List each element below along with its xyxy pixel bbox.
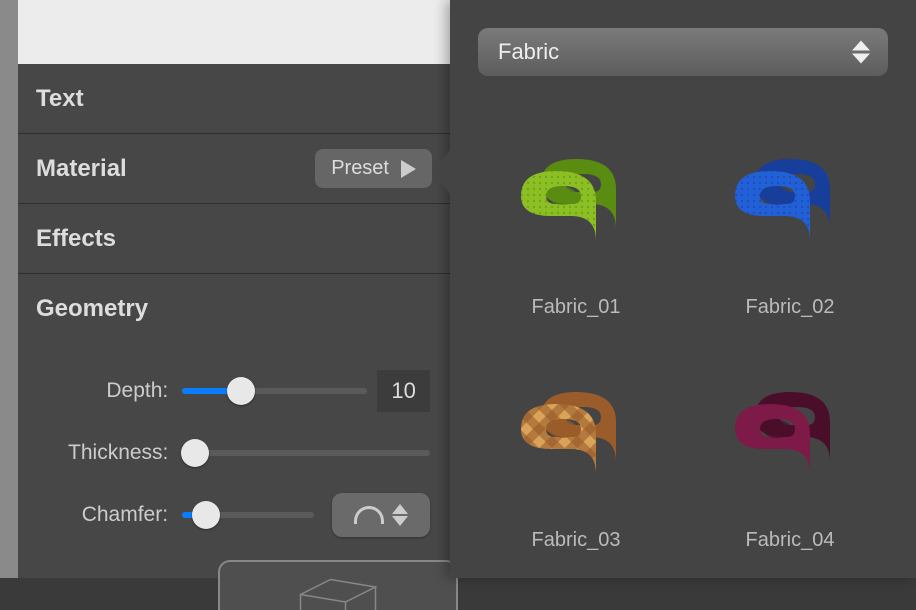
thickness-slider[interactable] [182, 450, 430, 456]
swatch-thumb-fabric-04 [703, 347, 877, 521]
category-dropdown-label: Fabric [498, 39, 559, 65]
chamfer-label: Chamfer: [38, 503, 182, 527]
depth-slider[interactable] [182, 388, 367, 394]
swatch-thumb-fabric-03 [489, 347, 663, 521]
swatch-label-fabric-01: Fabric_01 [532, 296, 621, 319]
chamfer-slider-thumb[interactable] [192, 501, 220, 529]
section-title-material: Material [36, 155, 315, 183]
thickness-row: Thickness: [38, 432, 430, 474]
section-title-geometry: Geometry [36, 295, 432, 323]
section-title-effects: Effects [36, 225, 432, 253]
swatch-thumb-fabric-02 [703, 114, 877, 288]
swatch-fabric-04[interactable]: Fabric_04 [692, 347, 888, 552]
thickness-slider-thumb[interactable] [181, 439, 209, 467]
preset-button[interactable]: Preset [315, 149, 432, 188]
section-material[interactable]: Material Preset [18, 134, 450, 204]
depth-row: Depth: 10 [38, 370, 430, 412]
swatch-fabric-02[interactable]: Fabric_02 [692, 114, 888, 319]
section-text[interactable]: Text [18, 64, 450, 134]
thickness-label: Thickness: [38, 441, 182, 465]
category-dropdown[interactable]: Fabric [478, 28, 888, 76]
dropdown-arrows-icon [852, 41, 870, 64]
swatch-label-fabric-04: Fabric_04 [746, 529, 835, 552]
geometry-preview [218, 560, 458, 610]
swatch-label-fabric-03: Fabric_03 [532, 529, 621, 552]
swatch-grid: Fabric_01 Fabric_02 Fabric_03 Fabric_04 [478, 114, 888, 552]
depth-value[interactable]: 10 [377, 370, 430, 412]
section-effects[interactable]: Effects [18, 204, 450, 274]
swatch-label-fabric-02: Fabric_02 [746, 296, 835, 319]
preset-popover: Fabric Fabric_01Fabric_02Fabric_03Fabric… [450, 0, 916, 578]
depth-slider-thumb[interactable] [227, 377, 255, 405]
play-triangle-icon [401, 160, 416, 178]
swatch-thumb-fabric-01 [489, 114, 663, 288]
inspector-panel: Text Material Preset Effects Geometry De… [18, 64, 450, 578]
chevron-down-icon [392, 516, 408, 526]
chevron-up-icon [392, 504, 408, 514]
popover-arrow-icon [432, 150, 450, 194]
canvas-top-strip [18, 0, 450, 64]
preset-button-label: Preset [331, 157, 389, 180]
swatch-fabric-03[interactable]: Fabric_03 [478, 347, 674, 552]
canvas-left-edge [0, 0, 18, 578]
swatch-fabric-01[interactable]: Fabric_01 [478, 114, 674, 319]
section-geometry[interactable]: Geometry [18, 274, 450, 344]
section-title-text: Text [36, 85, 432, 113]
depth-label: Depth: [38, 379, 182, 403]
chamfer-stepper[interactable] [392, 504, 408, 526]
chamfer-profile-picker[interactable] [332, 493, 430, 537]
geometry-controls: Depth: 10 Thickness: Chamfer: [18, 344, 450, 610]
arc-icon [354, 506, 384, 524]
chamfer-slider[interactable] [182, 512, 314, 518]
chamfer-row: Chamfer: [38, 494, 430, 536]
